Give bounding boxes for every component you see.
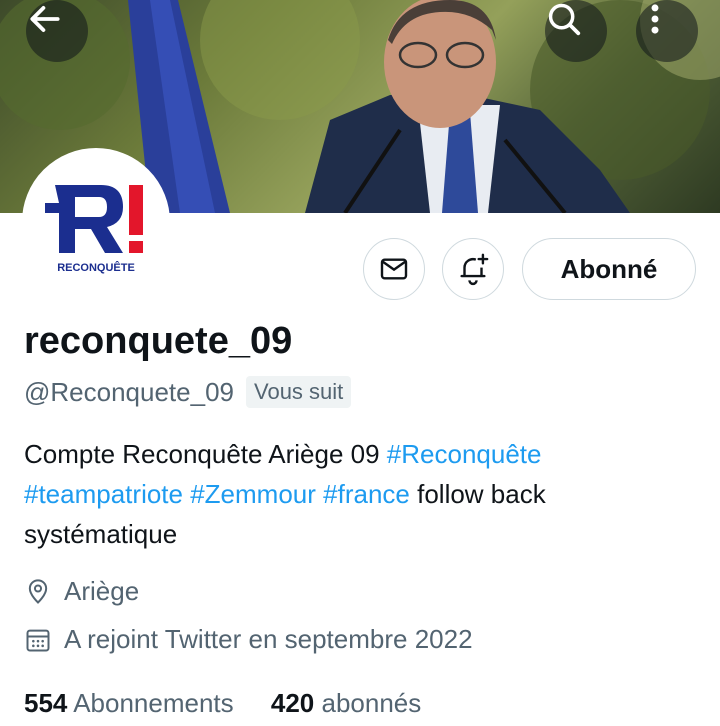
- join-date-text: A rejoint Twitter en septembre 2022: [64, 624, 473, 654]
- calendar-icon: [26, 629, 50, 651]
- more-vertical-icon: [651, 4, 659, 34]
- notifications-button[interactable]: [442, 238, 504, 300]
- envelope-icon: [380, 258, 408, 280]
- following-button[interactable]: Abonné: [522, 238, 696, 300]
- message-button[interactable]: [363, 238, 425, 300]
- more-options-button[interactable]: [636, 0, 698, 62]
- hashtag-link[interactable]: #Zemmour: [190, 479, 316, 509]
- following-label: Abonnements: [73, 688, 234, 718]
- location-row: Ariège: [24, 576, 139, 607]
- hashtag-link[interactable]: #teampatriote: [24, 479, 183, 509]
- following-count: 554: [24, 688, 68, 718]
- back-button[interactable]: [26, 0, 88, 62]
- handle-row: @Reconquete_09 Vous suit: [24, 376, 352, 408]
- reconquete-logo: RECONQUÊTE: [45, 185, 143, 274]
- bio-text: Compte Reconquête Ariège 09: [24, 439, 387, 469]
- display-name: reconquete_09: [24, 320, 293, 362]
- follows-you-badge: Vous suit: [246, 376, 352, 408]
- profile-bio: Compte Reconquête Ariège 09 #Reconquête …: [24, 434, 694, 554]
- hashtag-link[interactable]: #Reconquête: [387, 439, 542, 469]
- user-handle: @Reconquete_09: [24, 376, 234, 407]
- follow-stats: 554 Abonnements 420 abonnés: [24, 688, 451, 719]
- join-date-row: A rejoint Twitter en septembre 2022: [24, 624, 473, 655]
- bell-plus-icon: [460, 253, 489, 286]
- followers-label: abonnés: [321, 688, 422, 718]
- arrow-left-icon: [30, 6, 60, 32]
- logo-text: RECONQUÊTE: [57, 261, 135, 274]
- following-stat[interactable]: 554 Abonnements: [24, 688, 234, 718]
- location-pin-icon: [28, 578, 48, 604]
- followers-count: 420: [270, 688, 315, 718]
- search-button[interactable]: [545, 0, 607, 62]
- profile-avatar[interactable]: RECONQUÊTE: [22, 148, 170, 296]
- location-text: Ariège: [64, 576, 140, 606]
- search-icon: [548, 3, 581, 36]
- hashtag-link[interactable]: #france: [323, 479, 410, 509]
- followers-stat[interactable]: 420 abonnés: [271, 688, 421, 718]
